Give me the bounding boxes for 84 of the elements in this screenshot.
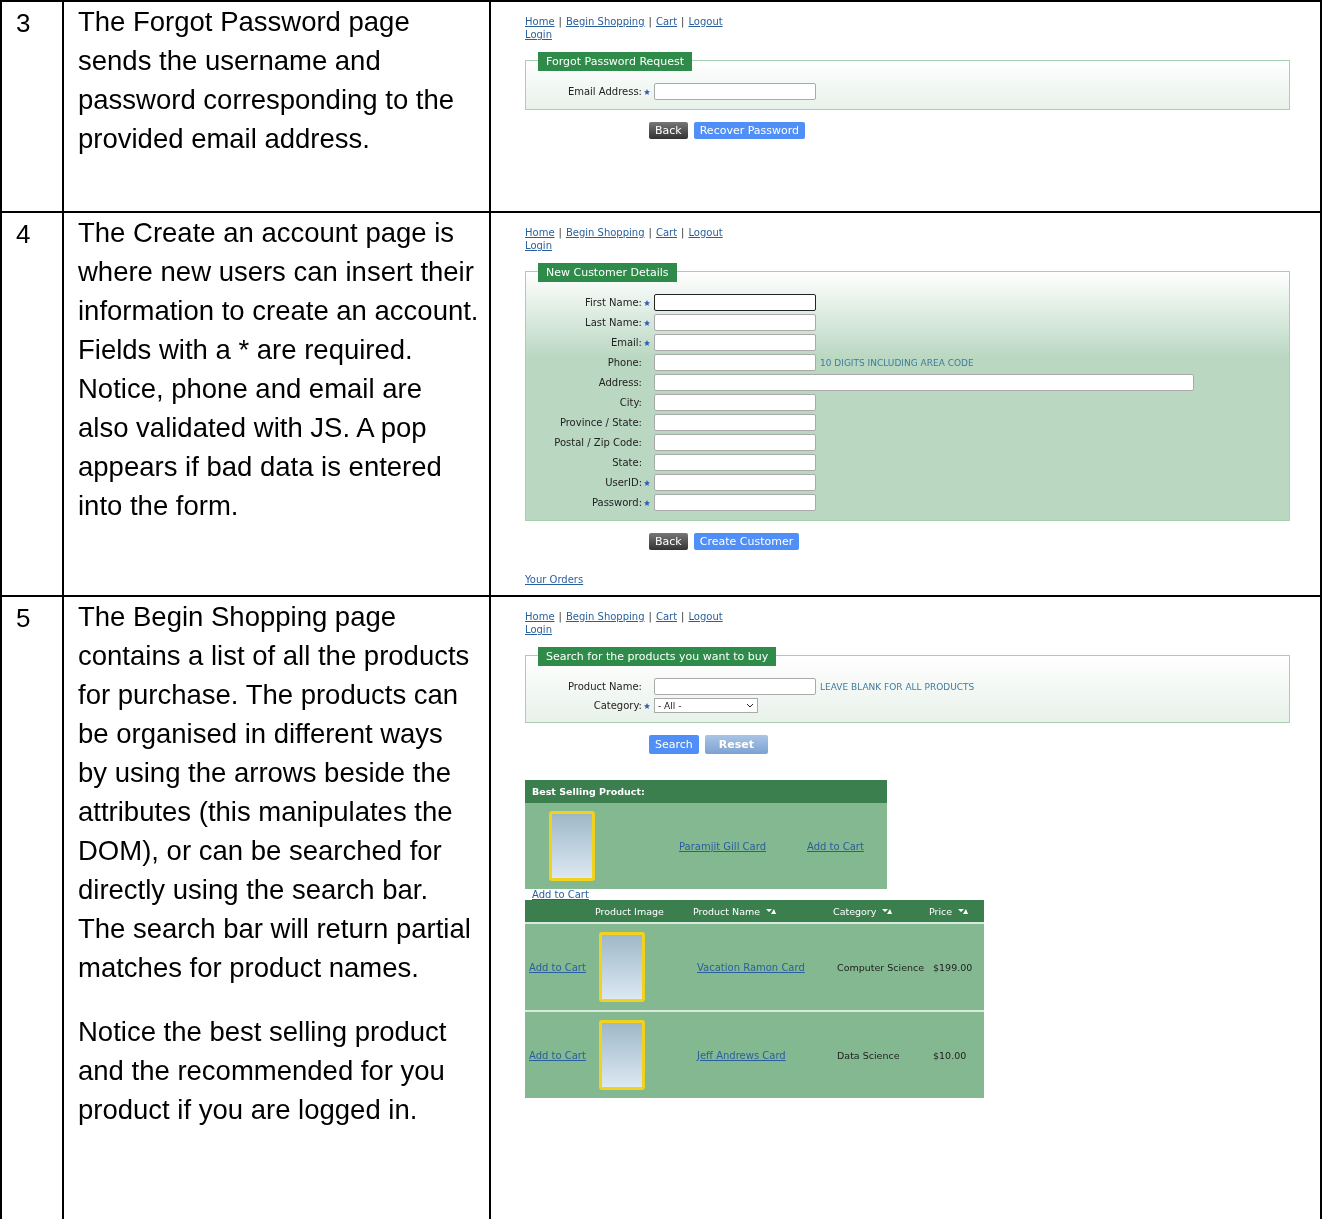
field-label: Email Address: — [566, 86, 643, 97]
sort-arrows-icon[interactable] — [958, 907, 969, 915]
link-separator: | — [558, 227, 562, 238]
field-hint: 10 DIGITS INCLUDING AREA CODE — [819, 357, 974, 368]
input-field[interactable] — [654, 454, 816, 471]
description-text: The Create an account page is where new users can insert their information to create an account. Fields with a * are required. Notice, phone and email are also validated with JS. A pop appears if bad data is entered into the form. — [77, 216, 480, 523]
nav-link[interactable]: Begin Shopping — [565, 16, 645, 27]
field-label: City: — [618, 397, 643, 408]
table-cell-text: Computer Science — [837, 961, 926, 973]
field-label: Email: — [609, 337, 643, 348]
link-separator: | — [648, 227, 652, 238]
nav-link[interactable]: Home — [525, 227, 555, 238]
link-separator: | — [648, 16, 652, 27]
input-field[interactable] — [654, 394, 816, 411]
nav-link[interactable]: Begin Shopping — [565, 611, 645, 622]
input-field[interactable] — [654, 474, 816, 491]
input-field[interactable] — [654, 314, 816, 331]
card-image-placeholder — [599, 932, 645, 1002]
table-cell-text: $10.00 — [933, 1049, 968, 1061]
input-field[interactable] — [654, 414, 816, 431]
field-label: Province / State: — [558, 417, 643, 428]
field-label: Product Name: — [566, 681, 643, 692]
form-legend: Forgot Password Request — [538, 52, 693, 71]
card-image-placeholder — [599, 1020, 645, 1090]
nav-link[interactable]: Logout — [688, 227, 723, 238]
caret-icon — [746, 703, 754, 708]
field-label: Address: — [597, 377, 643, 388]
table-cell-text: $199.00 — [933, 961, 974, 973]
form-legend: New Customer Details — [538, 263, 677, 282]
nav-link[interactable]: Logout — [688, 611, 723, 622]
form-legend: Search for the products you want to buy — [538, 647, 777, 666]
table-cell-text: Data Science — [837, 1049, 901, 1061]
description-text: Notice the best selling product and the recommended for you product if you are logged in. — [77, 1015, 448, 1127]
row-number: 3 — [15, 7, 32, 39]
field-label: Password: — [590, 497, 643, 508]
description-text: The Begin Shopping page contains a list of all the products for purchase. The products can be organised in different ways by using the arrows beside the attributes (this manipulates the DOM), or can be searched for directly using the search bar. The search bar will return partial matches for product names. — [77, 600, 472, 985]
nav-link[interactable]: Cart — [655, 611, 678, 622]
card-image-placeholder — [549, 811, 595, 881]
input-field[interactable] — [654, 494, 816, 511]
nav-link[interactable]: Cart — [655, 227, 678, 238]
input-field[interactable] — [654, 294, 816, 311]
panel-title: Best Selling Product: — [525, 780, 887, 803]
link-separator: | — [558, 611, 562, 622]
column-header: Category — [833, 905, 877, 917]
input-field[interactable] — [654, 334, 816, 351]
field-label: Category: — [592, 700, 643, 711]
form-button[interactable]: Back — [649, 122, 688, 139]
field-hint: LEAVE BLANK FOR ALL PRODUCTS — [819, 681, 975, 692]
column-header: Product Image — [595, 905, 664, 917]
field-label: Postal / Zip Code: — [553, 437, 643, 448]
link-separator: | — [648, 611, 652, 622]
column-header: Price — [929, 905, 953, 917]
row-number: 5 — [15, 602, 32, 634]
category-select[interactable]: - All - — [654, 698, 758, 713]
nav-link[interactable]: Home — [525, 611, 555, 622]
link-separator: | — [681, 16, 685, 27]
nav-link[interactable]: Home — [525, 16, 555, 27]
input-field[interactable] — [654, 374, 1194, 391]
form-button[interactable]: Back — [649, 533, 688, 550]
input-field[interactable] — [654, 434, 816, 451]
orders-link[interactable]: Your Orders — [525, 574, 584, 585]
field-label: First Name: — [583, 297, 643, 308]
nav-link[interactable]: Begin Shopping — [565, 227, 645, 238]
input-field[interactable] — [654, 83, 816, 100]
add-to-cart-link[interactable]: Add to Cart — [532, 889, 589, 900]
nav-link[interactable]: Logout — [688, 16, 723, 27]
sort-arrows-icon[interactable] — [766, 907, 777, 915]
description-text: The Forgot Password page sends the username and password corresponding to the provided email address. — [77, 5, 456, 156]
login-link[interactable]: Login — [525, 624, 552, 635]
field-label: UserID: — [604, 477, 643, 488]
link-separator: | — [681, 611, 685, 622]
nav-link[interactable]: Cart — [655, 16, 678, 27]
link-separator: | — [558, 16, 562, 27]
column-header: Product Name — [693, 905, 761, 917]
field-label: Last Name: — [584, 317, 643, 328]
field-label: Phone: — [606, 357, 643, 368]
input-field[interactable] — [654, 678, 816, 695]
input-field[interactable] — [654, 354, 816, 371]
sort-arrows-icon[interactable] — [882, 907, 893, 915]
field-label: State: — [611, 457, 643, 468]
row-number: 4 — [15, 218, 32, 250]
login-link[interactable]: Login — [525, 29, 552, 40]
link-separator: | — [681, 227, 685, 238]
login-link[interactable]: Login — [525, 240, 552, 251]
